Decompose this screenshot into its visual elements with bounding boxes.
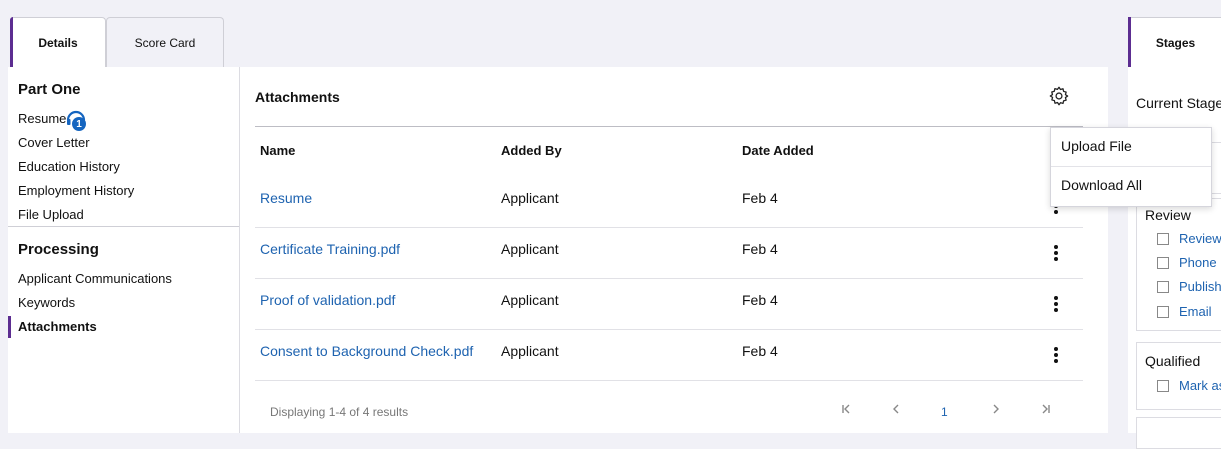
stages-panel: Current Stage Review Review Phone Publis… [1128,67,1221,449]
row-divider [255,380,1083,381]
tab-score-card-label: Score Card [134,35,196,50]
gear-icon[interactable] [1048,85,1070,107]
current-page[interactable]: 1 [941,405,948,419]
nav-item-cover-letter[interactable]: Cover Letter [18,135,90,150]
tab-details-label: Details [38,35,78,50]
stage-action-link[interactable]: Publish [1179,279,1221,294]
stage-checkbox[interactable] [1157,380,1169,392]
review-stage-title: Review [1145,207,1191,223]
nav-item-resume-label: Resume [18,111,67,126]
stage-action-link[interactable]: Review [1179,231,1221,246]
nav-active-indicator [8,316,11,338]
menu-divider [1051,166,1211,167]
stage-action-link[interactable]: Phone [1179,255,1217,270]
column-header-date-added[interactable]: Date Added [742,143,814,158]
stage-action-link[interactable]: Email [1179,304,1212,319]
more-options-icon[interactable] [1053,295,1059,315]
upload-file-menu-item[interactable]: Upload File [1061,138,1132,154]
nav-divider [8,226,239,227]
stage-checkbox[interactable] [1157,281,1169,293]
nav-item-employment-history[interactable]: Employment History [18,183,134,198]
attachment-link[interactable]: Consent to Background Check.pdf [260,343,473,359]
first-page-icon[interactable] [841,403,851,417]
more-options-icon[interactable] [1053,244,1059,264]
date-cell: Feb 4 [742,343,778,359]
more-options-icon[interactable] [1053,346,1059,366]
nav-item-resume[interactable]: Resume [18,111,66,126]
stage-checkbox[interactable] [1157,306,1169,318]
part-one-heading: Part One [18,81,81,98]
attachments-panel: Attachments Name Added By Date Added Res… [240,67,1108,433]
resume-badge: 1 [72,117,86,131]
review-stage-card: Review Review Phone Publish Email [1136,198,1221,331]
added-by-cell: Applicant [501,343,559,359]
stage-checkbox[interactable] [1157,233,1169,245]
column-header-added-by[interactable]: Added By [501,143,562,158]
tab-details[interactable]: Details [10,17,106,67]
download-all-menu-item[interactable]: Download All [1061,177,1142,193]
qualified-stage-title: Qualified [1145,353,1201,369]
tab-stages[interactable]: Stages [1128,17,1221,67]
settings-dropdown-menu: Upload File Download All [1050,127,1212,207]
date-cell: Feb 4 [742,292,778,308]
next-stage-card [1136,417,1221,449]
tab-stages-label: Stages [1155,35,1196,50]
attachment-link[interactable]: Proof of validation.pdf [260,292,395,308]
attachments-title: Attachments [255,89,340,105]
added-by-cell: Applicant [501,292,559,308]
row-divider [255,329,1083,330]
previous-page-icon[interactable] [891,403,901,417]
column-header-name[interactable]: Name [260,143,295,158]
added-by-cell: Applicant [501,190,559,206]
added-by-cell: Applicant [501,241,559,257]
header-divider [255,126,1083,127]
attachment-link[interactable]: Certificate Training.pdf [260,241,400,257]
nav-item-file-upload[interactable]: File Upload [18,207,84,222]
next-page-icon[interactable] [991,403,1001,417]
tab-score-card[interactable]: Score Card [106,17,224,67]
nav-item-attachments[interactable]: Attachments [18,319,97,334]
current-stage-label: Current Stage [1136,95,1221,111]
processing-heading: Processing [18,241,99,258]
attachment-link[interactable]: Resume [260,190,312,206]
nav-item-keywords[interactable]: Keywords [18,295,75,310]
nav-item-education-history[interactable]: Education History [18,159,120,174]
row-divider [255,278,1083,279]
row-divider [255,227,1083,228]
date-cell: Feb 4 [742,241,778,257]
left-nav-panel: Part One Resume 1 Cover Letter Education… [8,67,240,433]
qualified-stage-card: Qualified Mark as [1136,342,1221,410]
pagination-summary: Displaying 1-4 of 4 results [270,405,409,419]
date-cell: Feb 4 [742,190,778,206]
last-page-icon[interactable] [1041,403,1051,417]
stage-checkbox[interactable] [1157,257,1169,269]
stage-action-link[interactable]: Mark as [1179,378,1221,393]
nav-item-applicant-communications[interactable]: Applicant Communications [18,271,172,286]
